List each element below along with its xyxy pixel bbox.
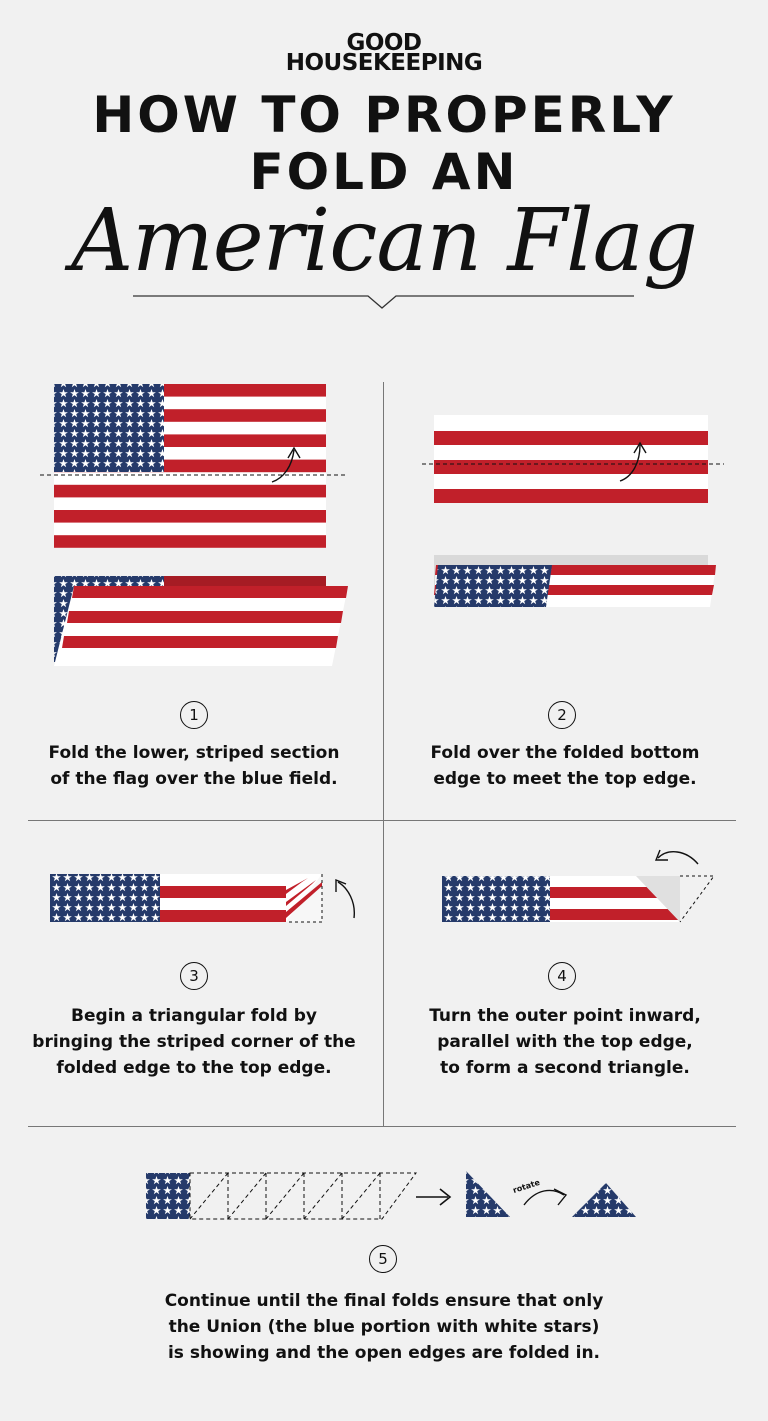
title-divider: [133, 295, 634, 309]
step-4-caption-line: to form a second triangle.: [440, 1058, 690, 1078]
step-3-caption: Begin a triangular fold by bringing the …: [20, 1003, 368, 1081]
step-5-number: 5: [369, 1245, 397, 1273]
step-2-illustration: [422, 415, 724, 607]
step-5-caption-line: the Union (the blue portion with white s…: [168, 1317, 600, 1337]
step-4-caption-line: Turn the outer point inward,: [429, 1006, 701, 1026]
step-2-caption-line: Fold over the folded bottom: [430, 743, 700, 763]
striped-section-illustration: [434, 415, 708, 503]
step-1-caption-line: of the flag over the blue field.: [50, 769, 338, 789]
fold-arrow-icon: [657, 851, 699, 865]
divider-vertical-top: [383, 382, 384, 820]
step-1-caption-line: Fold the lower, striped section: [48, 743, 340, 763]
step-5-illustration: rotate: [146, 1171, 636, 1220]
step-4-illustration: [442, 849, 715, 923]
rotate-label: rotate: [512, 1178, 542, 1195]
arrow-right-icon: [416, 1188, 452, 1206]
step-1-caption: Fold the lower, striped section of the f…: [28, 740, 360, 792]
title-line-3: American Flag: [71, 191, 698, 291]
step-3-caption-line: Begin a triangular fold by: [71, 1006, 317, 1026]
step-5-caption-line: Continue until the final folds ensure th…: [164, 1291, 604, 1311]
step-5-caption: Continue until the final folds ensure th…: [84, 1288, 684, 1366]
step-2-caption: Fold over the folded bottom edge to meet…: [400, 740, 730, 792]
step-1-number: 1: [180, 701, 208, 729]
divider-horizontal-bottom: [28, 1126, 736, 1127]
divider-vertical-bottom: [383, 820, 384, 1126]
step-4-caption-line: parallel with the top edge,: [437, 1032, 693, 1052]
dashed-fold-segments: [189, 1172, 417, 1220]
step-3-caption-line: folded edge to the top edge.: [56, 1058, 332, 1078]
divider-horizontal-middle: [28, 820, 736, 821]
step-5-caption-line: is showing and the open edges are folded…: [167, 1343, 601, 1363]
title-line-1: HOW TO PROPERLY: [92, 86, 676, 144]
fold-arrow-icon: [337, 881, 355, 919]
brand-line-2: HOUSEKEEPING: [285, 50, 483, 76]
rotate-arrow-icon: [523, 1189, 565, 1206]
folded-strip-illustration: [434, 555, 716, 607]
step-3-caption-line: bringing the striped corner of the: [32, 1032, 356, 1052]
step-3-illustration: [50, 874, 355, 923]
step-1-illustration: [40, 384, 348, 666]
step-3-number: 3: [180, 962, 208, 990]
step-2-caption-line: edge to meet the top edge.: [433, 769, 697, 789]
step-4-number: 4: [548, 962, 576, 990]
step-2-number: 2: [548, 701, 576, 729]
step-4-caption: Turn the outer point inward, parallel wi…: [400, 1003, 730, 1081]
full-flag-illustration: [54, 384, 326, 548]
folded-flag-illustration: [54, 576, 348, 666]
